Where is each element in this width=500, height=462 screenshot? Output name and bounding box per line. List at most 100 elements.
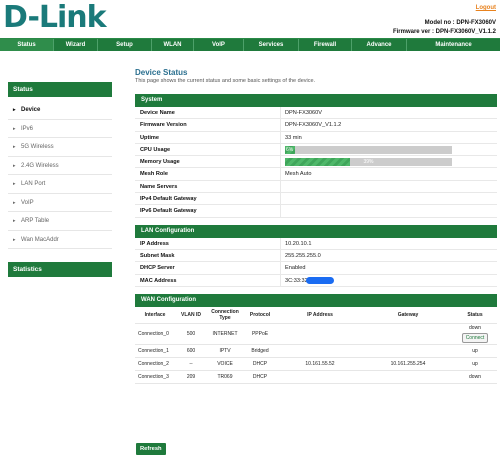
sidebar-item-device[interactable]: ▸ Device [8, 101, 112, 120]
table-cell: IPTV [207, 344, 243, 359]
section-heading-lan: LAN Configuration [135, 224, 497, 238]
nav-tab-status[interactable]: Status [0, 39, 54, 51]
main-content: Device Status This page shows the curren… [135, 68, 497, 391]
table-header-row: Interface VLAN ID Connection Type Protoc… [135, 306, 497, 325]
nav-tab-wizard[interactable]: Wizard [54, 39, 98, 51]
sidebar-item-wan-macaddr[interactable]: ▸ Wan MacAddr [8, 231, 112, 249]
sidebar-item-voip[interactable]: ▸ VoIP [8, 194, 112, 212]
status-cell: down Connect [453, 323, 497, 346]
row-label: Firmware Version [135, 119, 281, 131]
dlink-logo: D-Link [3, 0, 107, 35]
wan-section: WAN Configuration Interface VLAN ID Conn… [135, 293, 497, 385]
nav-tab-wlan[interactable]: WLAN [152, 39, 194, 51]
column-header: Status [453, 306, 497, 325]
table-cell: Connection_0 [135, 323, 175, 346]
row-label: Subnet Mask [135, 249, 281, 262]
status-text: down [469, 325, 481, 332]
table-cell [363, 370, 453, 385]
system-section: System Device Name DPN-FX3060V Firmware … [135, 94, 497, 218]
refresh-button[interactable]: Refresh [136, 443, 166, 455]
page-title: Device Status [135, 68, 188, 77]
row-value [281, 205, 497, 216]
row-label: DHCP Server [135, 262, 281, 274]
row-value: 3C:33:32 [281, 275, 497, 286]
lan-row-ip-address: IP Address 10.20.10.1 [135, 237, 497, 250]
chevron-right-icon: ▸ [13, 107, 16, 113]
firmware-version-label: Firmware ver : DPN-FX3060V_V1.1.2 [392, 29, 496, 35]
system-row-firmware-version: Firmware Version DPN-FX3060V_V1.1.2 [135, 119, 497, 132]
table-cell: 10.161.255.254 [363, 357, 453, 372]
table-cell: 209 [175, 370, 207, 385]
row-label: IP Address [135, 237, 281, 249]
section-heading-system: System [135, 94, 497, 107]
table-cell: Connection_2 [135, 357, 175, 372]
column-header: Protocol [243, 306, 277, 325]
table-cell [277, 370, 363, 385]
column-header: Gateway [363, 306, 453, 325]
nav-tab-maintenance[interactable]: Maintenance [407, 39, 500, 51]
table-cell: Connection_1 [135, 344, 175, 359]
table-cell [277, 344, 363, 359]
lan-row-dhcp-server: DHCP Server Enabled [135, 262, 497, 275]
top-navigation: Status Wizard Setup WLAN VoIP Services F… [0, 38, 500, 51]
sidebar-heading-status[interactable]: Status [8, 82, 112, 97]
system-row-device-name: Device Name DPN-FX3060V [135, 107, 497, 120]
nav-tab-setup[interactable]: Setup [98, 39, 152, 51]
system-row-ipv4-gateway: IPv4 Default Gateway [135, 193, 497, 206]
lan-row-mac-address: MAC Address 3C:33:32 [135, 274, 497, 287]
table-cell: Bridged [243, 344, 277, 359]
row-label: MAC Address [135, 274, 281, 286]
table-cell: DHCP [243, 370, 277, 385]
nav-tab-advance[interactable]: Advance [352, 39, 407, 51]
nav-tab-firewall[interactable]: Firewall [299, 39, 352, 51]
table-cell [363, 344, 453, 359]
column-header: IP Address [277, 306, 363, 325]
lan-section: LAN Configuration IP Address 10.20.10.1 … [135, 224, 497, 287]
lan-row-subnet-mask: Subnet Mask 255.255.255.0 [135, 249, 497, 263]
table-cell: PPPoE [243, 323, 277, 346]
column-header: Connection Type [207, 306, 243, 325]
sidebar-item-lan-port[interactable]: ▸ LAN Port [8, 175, 112, 194]
sidebar-item-24g-wireless[interactable]: ▸ 2.4G Wireless [8, 157, 112, 175]
system-row-name-servers: Name Servers [135, 180, 497, 194]
table-cell: Connection_3 [135, 370, 175, 385]
table-cell: -- [175, 357, 207, 372]
nav-tab-services[interactable]: Services [244, 39, 299, 51]
model-info: Model no : DPN-FX3060V Firmware ver : DP… [393, 19, 496, 37]
nav-tab-voip[interactable]: VoIP [194, 39, 244, 51]
table-cell [277, 323, 363, 346]
row-value: 255.255.255.0 [285, 252, 321, 259]
system-row-cpu-usage: CPU Usage 6% [135, 143, 497, 157]
table-cell: INTERNET [207, 323, 243, 346]
row-label: Name Servers [135, 180, 281, 193]
table-cell [363, 323, 453, 346]
redaction-mark [305, 276, 334, 284]
table-cell: 10.161.55.52 [277, 357, 363, 372]
cpu-usage-bar: 6% [285, 145, 452, 154]
connect-button[interactable]: Connect [461, 333, 489, 344]
row-label: IPv6 Default Gateway [135, 205, 281, 217]
table-cell: 600 [175, 344, 207, 359]
logout-link[interactable]: Logout [476, 5, 496, 11]
table-cell: up [453, 344, 497, 359]
table-cell: DHCP [243, 357, 277, 372]
row-value: DPN-FX3060V_V1.1.2 [285, 122, 342, 129]
chevron-right-icon: ▸ [13, 218, 16, 224]
table-cell: TR069 [207, 370, 243, 385]
row-value: DPN-FX3060V [285, 110, 322, 116]
model-number: Model no : DPN-FX3060V [424, 20, 496, 26]
sidebar-item-label: 2.4G Wireless [21, 162, 59, 169]
sidebar-heading-statistics[interactable]: Statistics [8, 262, 112, 277]
sidebar-item-arp-table[interactable]: ▸ ARP Table [8, 212, 112, 231]
table-cell: down [453, 370, 497, 385]
row-label: IPv4 Default Gateway [135, 193, 281, 205]
sidebar-item-label: LAN Port [21, 181, 46, 187]
chevron-right-icon: ▸ [13, 181, 16, 187]
sidebar-item-5g-wireless[interactable]: ▸ 5G Wireless [8, 138, 112, 157]
chevron-right-icon: ▸ [13, 236, 16, 243]
row-label: Uptime [135, 131, 281, 143]
memory-usage-text: 39% [363, 159, 374, 166]
chevron-right-icon: ▸ [13, 199, 16, 206]
system-row-mesh-role: Mesh Role Mesh Auto [135, 168, 497, 181]
sidebar-item-ipv6[interactable]: ▸ IPv6 [8, 120, 112, 138]
